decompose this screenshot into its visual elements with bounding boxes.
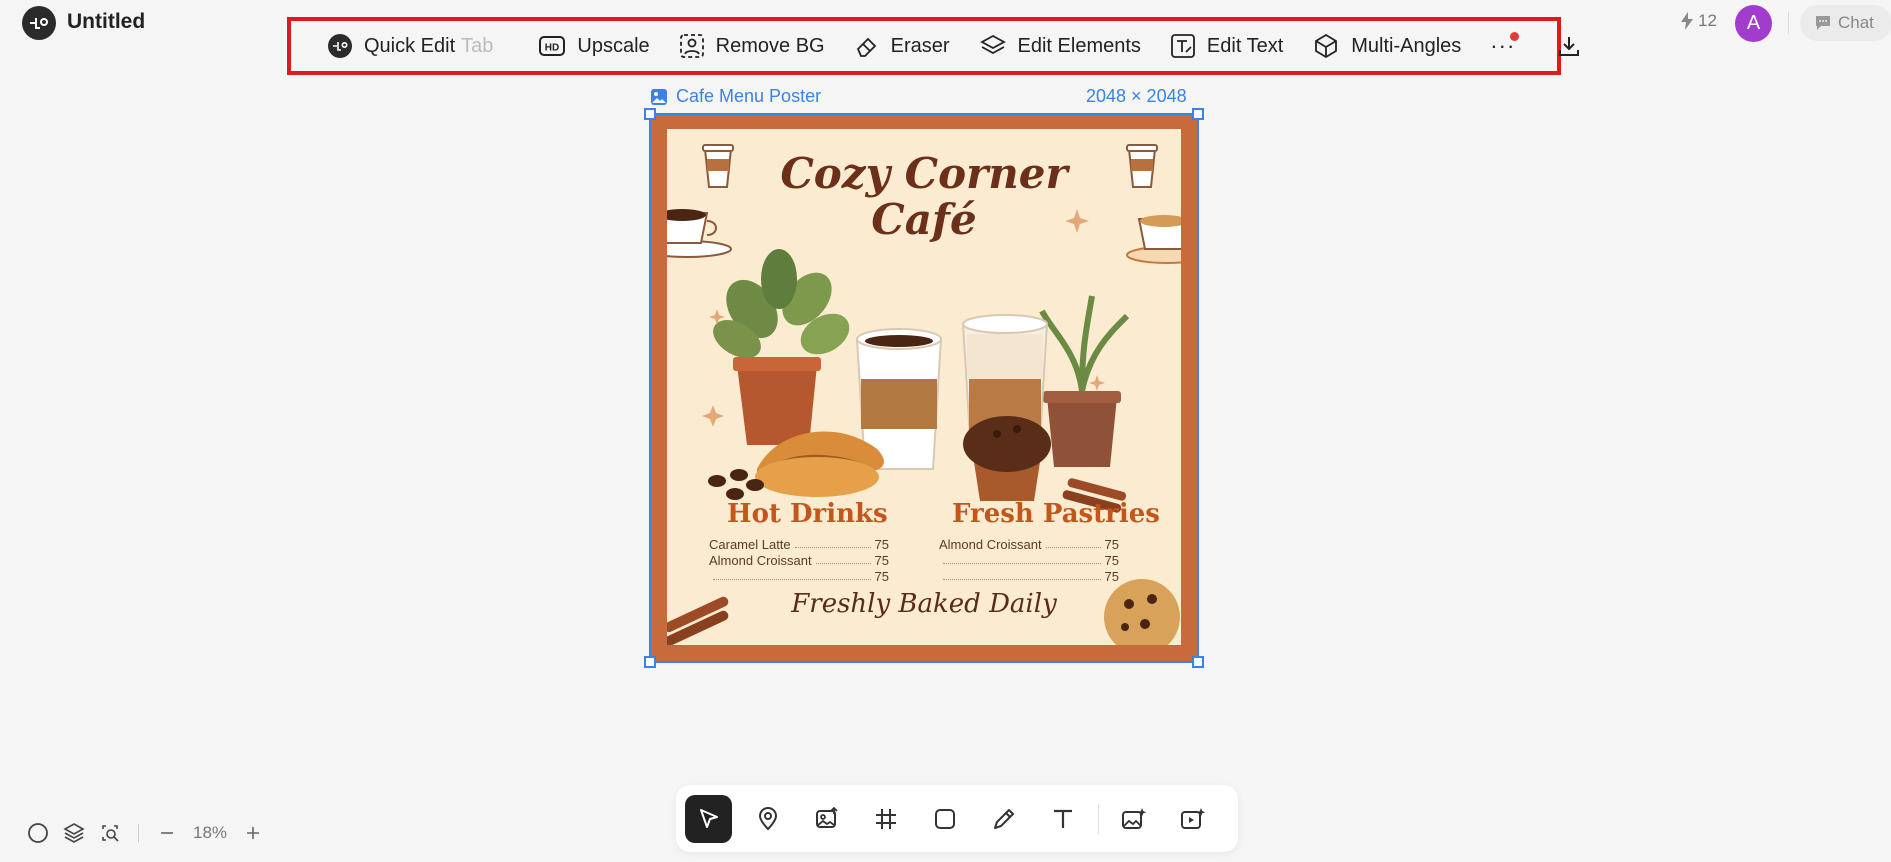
ai-image-button[interactable] xyxy=(1111,795,1158,843)
location-pin-icon xyxy=(758,806,777,830)
ai-image-icon xyxy=(1122,807,1147,829)
shape-tool-button[interactable] xyxy=(921,795,968,843)
eraser-label: Eraser xyxy=(890,34,950,57)
image-icon xyxy=(651,88,667,105)
cube-icon xyxy=(1315,33,1338,59)
document-title[interactable]: Untitled xyxy=(67,10,145,34)
hd-icon: HD xyxy=(539,36,566,56)
image-upload-icon xyxy=(815,806,838,828)
bottom-toolbar xyxy=(676,785,1238,852)
image-edit-toolbar: Quick Edit Tab HD Upscale Remove BG Erase… xyxy=(287,17,1580,75)
eraser-icon xyxy=(856,37,876,57)
download-button[interactable] xyxy=(1545,26,1605,66)
edit-elements-label: Edit Elements xyxy=(1017,34,1141,57)
quick-edit-button[interactable]: Quick Edit Tab xyxy=(313,26,508,66)
layers-icon xyxy=(63,823,85,843)
minus-icon xyxy=(161,832,173,834)
select-tool-button[interactable] xyxy=(685,794,732,843)
notification-dot xyxy=(1510,32,1520,41)
credits-value: 12 xyxy=(1698,11,1717,30)
pencil-tool-button[interactable] xyxy=(980,795,1027,843)
edit-elements-button[interactable]: Edit Elements xyxy=(965,26,1156,66)
frame-name: Cafe Menu Poster xyxy=(676,86,822,106)
download-icon xyxy=(1559,37,1580,56)
zoom-in-button[interactable] xyxy=(235,815,271,851)
edit-text-icon xyxy=(1171,34,1195,58)
select-cursor-icon xyxy=(699,808,718,828)
eraser-button[interactable]: Eraser xyxy=(840,26,965,66)
divider xyxy=(138,824,139,842)
selection-box xyxy=(644,108,1204,668)
svg-text:HD: HD xyxy=(545,43,559,54)
resize-handle-bottom-right[interactable] xyxy=(1192,656,1204,668)
resize-handle-top-left[interactable] xyxy=(644,108,656,120)
quick-edit-icon xyxy=(328,34,352,58)
user-avatar[interactable]: A xyxy=(1735,5,1772,42)
rectangle-icon xyxy=(934,808,955,829)
frame-tool-button[interactable] xyxy=(862,795,909,843)
remove-bg-icon xyxy=(679,34,704,58)
pencil-icon xyxy=(993,808,1014,829)
ai-video-icon xyxy=(1181,807,1206,829)
frame-label[interactable]: Cafe Menu Poster xyxy=(651,86,821,107)
frame-hash-icon xyxy=(875,808,896,829)
chat-button[interactable]: Chat xyxy=(1800,5,1891,41)
resize-handle-bottom-left[interactable] xyxy=(644,656,656,668)
find-in-canvas-button[interactable] xyxy=(92,815,128,851)
lightning-icon xyxy=(1681,12,1693,30)
circle-tool-button[interactable] xyxy=(20,815,56,851)
layers-icon xyxy=(979,34,1006,55)
location-tool-button[interactable] xyxy=(744,795,791,843)
quick-edit-label: Quick Edit xyxy=(364,34,456,57)
upload-image-button[interactable] xyxy=(803,795,850,843)
search-frame-icon xyxy=(102,825,119,842)
upscale-label: Upscale xyxy=(577,34,650,57)
quick-edit-shortcut: Tab xyxy=(461,34,494,57)
text-tool-button[interactable] xyxy=(1039,795,1086,843)
plus-icon xyxy=(247,827,260,839)
ai-video-button[interactable] xyxy=(1170,795,1217,843)
multi-angles-label: Multi-Angles xyxy=(1351,34,1462,57)
header-divider xyxy=(1788,12,1789,34)
remove-bg-label: Remove BG xyxy=(715,34,825,57)
chat-bubble-icon xyxy=(1816,16,1830,30)
upscale-button[interactable]: HD Upscale xyxy=(524,26,664,66)
circle-icon xyxy=(28,823,48,843)
frame-dimensions: 2048 × 2048 xyxy=(1086,86,1187,106)
bottom-left-tools: 18% xyxy=(20,815,271,851)
edit-text-button[interactable]: Edit Text xyxy=(1156,26,1298,66)
logo-icon xyxy=(30,18,48,29)
text-icon xyxy=(1053,809,1072,828)
toolbar-divider xyxy=(1098,803,1099,834)
remove-bg-button[interactable]: Remove BG xyxy=(665,26,840,66)
credits-counter[interactable]: 12 xyxy=(1680,11,1717,31)
zoom-level[interactable]: 18% xyxy=(193,823,227,843)
chat-label: Chat xyxy=(1838,13,1874,32)
more-options-button[interactable]: ··· xyxy=(1476,26,1529,66)
edit-text-label: Edit Text xyxy=(1206,34,1284,57)
layers-button[interactable] xyxy=(56,815,92,851)
app-logo[interactable] xyxy=(22,6,56,40)
resize-handle-top-right[interactable] xyxy=(1192,108,1204,120)
zoom-out-button[interactable] xyxy=(149,815,185,851)
multi-angles-button[interactable]: Multi-Angles xyxy=(1298,26,1476,66)
